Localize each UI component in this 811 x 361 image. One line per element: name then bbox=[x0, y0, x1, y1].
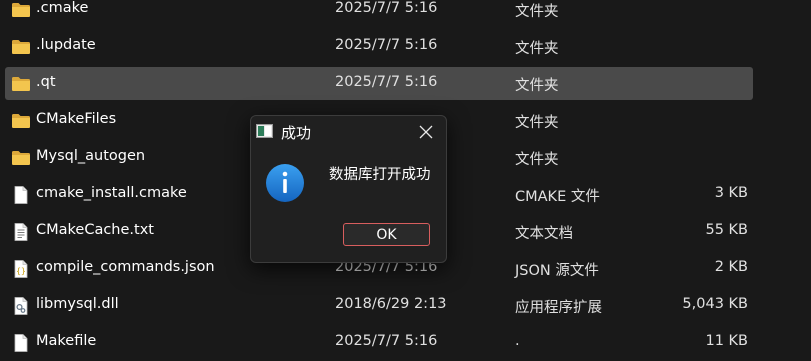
folder-icon bbox=[11, 37, 31, 57]
file-name: libmysql.dll bbox=[36, 296, 119, 312]
folder-icon bbox=[11, 74, 31, 94]
folder-icon bbox=[11, 0, 31, 20]
svg-text:{}: {} bbox=[16, 267, 26, 276]
file-type: 文件夹 bbox=[515, 115, 559, 131]
dll-file-icon bbox=[11, 296, 31, 316]
file-row[interactable]: libmysql.dll 2018/6/29 2:13 应用程序扩展 5,043 KB bbox=[0, 287, 811, 324]
file-row[interactable]: .lupdate 2025/7/7 5:16 文件夹 bbox=[0, 28, 811, 65]
file-name: CMakeFiles bbox=[36, 111, 117, 127]
file-type: 文件夹 bbox=[515, 41, 559, 57]
dialog-titlebar[interactable]: 成功 bbox=[251, 116, 446, 148]
file-row[interactable]: Makefile 2025/7/7 5:16. 11 KB bbox=[0, 324, 811, 361]
file-type: 文本文档 bbox=[515, 226, 573, 242]
file-type: 文件夹 bbox=[515, 78, 559, 94]
file-icon bbox=[11, 185, 31, 205]
ok-button[interactable]: OK bbox=[343, 223, 430, 246]
text-file-icon bbox=[11, 222, 31, 242]
dialog-message: 数据库打开成功 bbox=[329, 167, 431, 183]
file-date: 2025/7/7 5:16 bbox=[335, 333, 438, 349]
file-size: 11 KB bbox=[705, 333, 748, 349]
file-type: 文件夹 bbox=[515, 152, 559, 168]
file-icon bbox=[11, 333, 31, 353]
file-type: 应用程序扩展 bbox=[515, 300, 602, 316]
file-name: .qt bbox=[36, 74, 56, 90]
info-icon bbox=[266, 164, 304, 202]
file-date: 2025/7/7 5:16 bbox=[335, 0, 438, 16]
close-icon[interactable] bbox=[417, 123, 435, 141]
file-name: Makefile bbox=[36, 333, 97, 349]
file-type: 文件夹 bbox=[515, 4, 559, 20]
file-size: 5,043 KB bbox=[682, 296, 748, 312]
json-file-icon: {} bbox=[11, 259, 31, 279]
file-row[interactable]: .qt 2025/7/7 5:16 文件夹 bbox=[0, 65, 811, 102]
file-name: .cmake bbox=[36, 0, 89, 16]
file-date: 2018/6/29 2:13 bbox=[335, 296, 447, 312]
file-name: CMakeCache.txt bbox=[36, 222, 154, 238]
folder-icon bbox=[11, 148, 31, 168]
file-date: 2025/7/7 5:16 bbox=[335, 74, 438, 90]
file-type: JSON 源文件 bbox=[515, 263, 599, 279]
success-dialog: 成功 数据库打开成功 OK bbox=[250, 115, 447, 263]
file-name: cmake_install.cmake bbox=[36, 185, 187, 201]
file-size: 3 KB bbox=[714, 185, 748, 201]
file-name: .lupdate bbox=[36, 37, 96, 53]
file-date: 2025/7/7 5:16 bbox=[335, 37, 438, 53]
dialog-title: 成功 bbox=[281, 124, 312, 142]
file-type: . bbox=[515, 333, 520, 349]
file-name: Mysql_autogen bbox=[36, 148, 146, 164]
file-row[interactable]: .cmake 2025/7/7 5:16 文件夹 bbox=[0, 0, 811, 28]
file-size: 55 KB bbox=[705, 222, 748, 238]
file-type: CMAKE 文件 bbox=[515, 189, 600, 205]
app-window-icon bbox=[256, 124, 273, 138]
file-name: compile_commands.json bbox=[36, 259, 215, 275]
folder-icon bbox=[11, 111, 31, 131]
file-size: 2 KB bbox=[714, 259, 748, 275]
